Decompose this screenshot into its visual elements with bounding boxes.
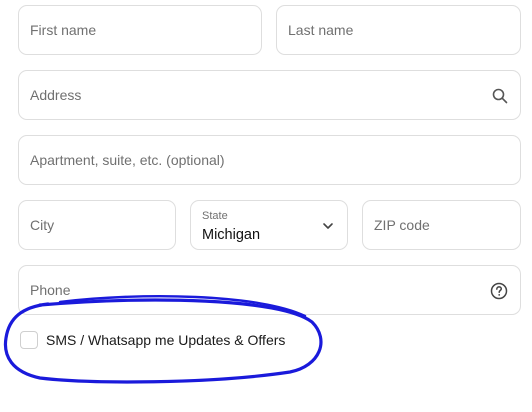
state-value: Michigan [202, 227, 261, 243]
address-input[interactable] [19, 71, 520, 119]
phone-input[interactable] [19, 266, 520, 314]
last-name-field [276, 5, 521, 55]
zip-input[interactable] [363, 201, 520, 249]
state-label: State [202, 210, 228, 222]
apartment-input[interactable] [19, 136, 520, 184]
phone-field [18, 265, 521, 315]
first-name-field [18, 5, 262, 55]
zip-field [362, 200, 521, 250]
city-input[interactable] [19, 201, 175, 249]
help-circle-icon[interactable] [490, 282, 508, 300]
sms-optin-label[interactable]: SMS / Whatsapp me Updates & Offers [46, 332, 285, 348]
last-name-input[interactable] [277, 6, 520, 54]
search-icon[interactable] [491, 87, 509, 105]
first-name-input[interactable] [19, 6, 261, 54]
state-select[interactable]: State Michigan [190, 200, 348, 250]
apartment-field [18, 135, 521, 185]
address-field [18, 70, 521, 120]
shipping-address-form: State Michigan SMS / Whatsapp me Updates… [0, 0, 532, 412]
city-field [18, 200, 176, 250]
chevron-down-icon [322, 220, 334, 232]
sms-optin-checkbox[interactable] [20, 331, 38, 349]
